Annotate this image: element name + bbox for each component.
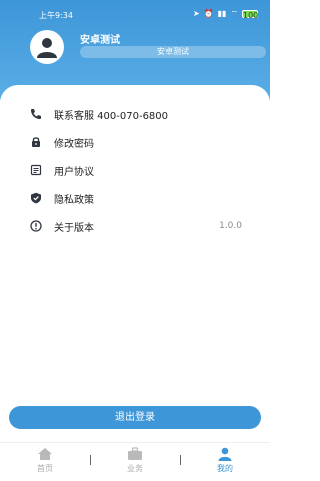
location-icon: ➤ — [192, 9, 200, 18]
tab-label: 我的 — [217, 464, 233, 473]
home-icon — [38, 448, 52, 460]
tab-home[interactable]: 首页 — [5, 443, 85, 481]
menu-item-privacy-policy[interactable]: 隐私政策 — [0, 184, 270, 212]
menu-label: 用户协议 — [54, 166, 94, 178]
info-icon — [30, 220, 42, 232]
menu-item-about-version[interactable]: 关于版本 1.0.0 — [0, 212, 270, 240]
document-icon — [30, 164, 42, 176]
menu-item-user-agreement[interactable]: 用户协议 — [0, 156, 270, 184]
wifi-icon: ⌔ — [230, 9, 238, 18]
menu-label: 隐私政策 — [54, 194, 94, 206]
status-bar: 上午9:34 ➤ ⏰ ▮▮ ⌔ 100 — [0, 8, 270, 22]
status-time: 上午9:34 — [39, 11, 73, 20]
phone-icon — [31, 109, 41, 119]
tab-business[interactable]: 业务 — [95, 443, 175, 481]
avatar[interactable] — [30, 30, 64, 64]
tab-label: 业务 — [127, 464, 143, 473]
menu-item-change-password[interactable]: 修改密码 — [0, 128, 270, 156]
tab-mine[interactable]: 我的 — [185, 443, 265, 481]
menu-label: 关于版本 — [54, 222, 94, 234]
user-name: 安卓测试 — [80, 35, 120, 46]
version-value: 1.0.0 — [219, 221, 242, 231]
signal-icon: ▮▮ — [217, 9, 227, 18]
tab-bar: 首页 业务 我的 — [0, 442, 270, 481]
menu-item-contact-service[interactable]: 联系客服 400-070-6800 — [0, 100, 270, 128]
tab-label: 首页 — [37, 464, 53, 473]
user-icon — [218, 447, 232, 461]
alarm-icon: ⏰ — [203, 9, 214, 18]
shield-icon — [31, 192, 41, 204]
status-icons: ➤ ⏰ ▮▮ ⌔ 100 — [192, 9, 259, 20]
briefcase-icon — [128, 447, 142, 460]
user-avatar-icon — [37, 38, 57, 58]
user-subtitle: 安卓测试 — [80, 46, 266, 58]
logout-button[interactable]: 退出登录 — [9, 406, 261, 429]
menu-label: 联系客服 400-070-6800 — [54, 110, 169, 122]
tab-divider — [90, 455, 91, 465]
menu-card: 联系客服 400-070-6800 修改密码 用户协议 隐私政策 关于版本 1.… — [0, 85, 270, 415]
tab-divider — [180, 455, 181, 465]
lock-icon — [32, 137, 40, 147]
battery-icon: 100 — [242, 10, 259, 20]
menu-label: 修改密码 — [54, 138, 94, 150]
